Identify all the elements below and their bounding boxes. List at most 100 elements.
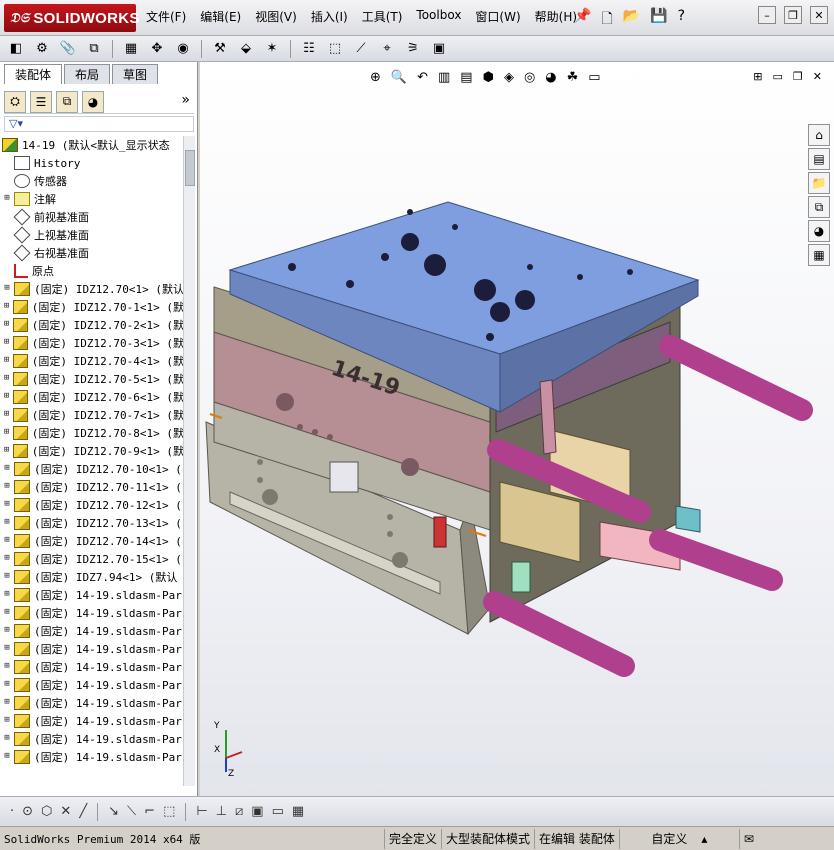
filter-icon[interactable]: ▽▾ bbox=[9, 117, 23, 130]
design-library-icon[interactable]: ▤ bbox=[808, 148, 830, 170]
appearances-icon[interactable]: ◕ bbox=[808, 220, 830, 242]
expand-toggle-icon[interactable]: ⊞ bbox=[2, 698, 12, 708]
tree-component-row[interactable]: ⊞ (固定) IDZ12.70-14<1> ( bbox=[2, 532, 184, 550]
menu-view[interactable]: 视图(V) bbox=[255, 8, 297, 25]
expand-toggle-icon[interactable]: ⊞ bbox=[2, 572, 12, 582]
new-motion-study-icon[interactable]: ✶ bbox=[262, 39, 282, 59]
tree-component-row[interactable]: ⊞ (固定) IDZ12.70-2<1> (默 bbox=[2, 316, 184, 334]
show-hidden-icon[interactable]: ◉ bbox=[173, 39, 193, 59]
expand-toggle-icon[interactable]: ⊞ bbox=[2, 356, 11, 366]
help-icon[interactable]: ? bbox=[678, 8, 685, 32]
tree-component-row[interactable]: ⊞ (固定) 14-19.sldasm-Par bbox=[2, 676, 184, 694]
menu-insert[interactable]: 插入(I) bbox=[311, 8, 348, 25]
tree-component-row[interactable]: ⊞ (固定) 14-19.sldasm-Par bbox=[2, 748, 184, 766]
tree-component-row[interactable]: ⊞ (固定) 14-19.sldasm-Par bbox=[2, 622, 184, 640]
point-icon[interactable]: · bbox=[10, 804, 14, 819]
feature-manager-icon[interactable]: ⛭ bbox=[4, 90, 26, 113]
expand-toggle-icon[interactable]: ⊞ bbox=[2, 644, 12, 654]
expand-toggle-icon[interactable]: ⊞ bbox=[2, 752, 12, 762]
tree-item-sensors[interactable]: 传感器 bbox=[2, 172, 184, 190]
tab-sketch[interactable]: 草图 bbox=[112, 64, 159, 84]
menu-help[interactable]: 帮助(H) bbox=[535, 8, 577, 25]
tree-component-row[interactable]: ⊞ (固定) 14-19.sldasm-Par bbox=[2, 604, 184, 622]
tree-component-row[interactable]: ⊞ (固定) IDZ12.70-3<1> (默 bbox=[2, 334, 184, 352]
dimension-icon[interactable]: ⊢ bbox=[196, 804, 207, 819]
expand-toggle-icon[interactable]: ⊞ bbox=[2, 554, 12, 564]
tree-component-row[interactable]: ⊞ (固定) IDZ12.70-11<1> ( bbox=[2, 478, 184, 496]
assembly-features-icon[interactable]: ⚒ bbox=[210, 39, 230, 59]
new-part-icon[interactable]: ◧ bbox=[6, 39, 26, 59]
file-explorer-icon[interactable]: 📁 bbox=[808, 172, 830, 194]
expand-toggle-icon[interactable]: ⊞ bbox=[2, 338, 11, 348]
expand-toggle-icon[interactable]: ⊞ bbox=[2, 518, 12, 528]
line-icon[interactable]: ╱ bbox=[79, 804, 87, 819]
expand-toggle-icon[interactable]: ⊞ bbox=[2, 626, 12, 636]
menu-toolbox[interactable]: Toolbox bbox=[416, 8, 461, 25]
minimize-icon[interactable]: – bbox=[758, 6, 776, 24]
expand-toggle-icon[interactable]: ⊞ bbox=[2, 284, 12, 294]
tree-component-row[interactable]: ⊞ (固定) 14-19.sldasm-Par bbox=[2, 586, 184, 604]
scrollbar-thumb[interactable] bbox=[185, 150, 195, 186]
move-component-icon[interactable]: ✥ bbox=[147, 39, 167, 59]
interference-icon[interactable]: ⌖ bbox=[377, 39, 397, 59]
explode-line-icon[interactable]: ⟋ bbox=[351, 39, 371, 59]
units-selector[interactable]: 自定义 ▴ bbox=[618, 828, 739, 849]
save-icon[interactable]: 💾 bbox=[650, 8, 667, 32]
tree-component-row[interactable]: ⊞ (固定) IDZ12.70-7<1> (默 bbox=[2, 406, 184, 424]
insert-component-icon[interactable]: ⚙ bbox=[32, 39, 52, 59]
reference-geometry-icon[interactable]: ⬙ bbox=[236, 39, 256, 59]
menu-window[interactable]: 窗口(W) bbox=[475, 8, 520, 25]
view-palette-icon[interactable]: ⧉ bbox=[808, 196, 830, 218]
expand-toggle-icon[interactable]: ⊞ bbox=[2, 320, 11, 330]
dashed-rectangle-icon[interactable]: ⬚ bbox=[163, 804, 175, 819]
configuration-manager-icon[interactable]: ⧉ bbox=[56, 90, 78, 113]
tree-component-row[interactable]: ⊞ (固定) 14-19.sldasm-Par bbox=[2, 640, 184, 658]
expand-toggle-icon[interactable]: ⊞ bbox=[2, 734, 12, 744]
tree-component-row[interactable]: ⊞ (固定) IDZ12.70-6<1> (默 bbox=[2, 388, 184, 406]
relations-icon[interactable]: ⊥ bbox=[216, 804, 227, 819]
property-manager-icon[interactable]: ☰ bbox=[30, 90, 52, 113]
tree-root-assembly[interactable]: 14-19 (默认<默认_显示状态 bbox=[2, 136, 184, 154]
menu-tools[interactable]: 工具(T) bbox=[362, 8, 403, 25]
construction-geometry-icon[interactable]: ⟍ bbox=[127, 804, 136, 819]
expand-toggle-icon[interactable]: ⊞ bbox=[2, 536, 12, 546]
polygon-icon[interactable]: ⬡ bbox=[41, 804, 52, 819]
clearance-icon[interactable]: ⚞ bbox=[403, 39, 423, 59]
close-icon[interactable]: ✕ bbox=[810, 6, 828, 24]
expand-toggle-icon[interactable]: ⊞ bbox=[2, 428, 11, 438]
notifications-icon[interactable]: ✉ bbox=[738, 828, 758, 849]
attach-icon[interactable]: 📎 bbox=[58, 39, 78, 59]
tab-assembly[interactable]: 装配体 bbox=[4, 64, 63, 84]
expand-toggle-icon[interactable]: ⊞ bbox=[2, 464, 12, 474]
tree-component-row[interactable]: ⊞ (固定) IDZ12.70-12<1> ( bbox=[2, 496, 184, 514]
exploded-view-icon[interactable]: ⬚ bbox=[325, 39, 345, 59]
expand-toggle-icon[interactable]: ⊞ bbox=[2, 680, 12, 690]
tree-component-row[interactable]: ⊞ (固定) 14-19.sldasm-Par bbox=[2, 730, 184, 748]
graphics-area[interactable]: ⊕ 🔍 ↶ ▥ ▤ ⬢ ◈ ◎ ◕ ☘ ▭ ⊞ ▭ ❐ ✕ 14-19 ⌂ ▤ … bbox=[200, 62, 834, 796]
tree-component-row[interactable]: ⊞ (固定) IDZ12.70-13<1> ( bbox=[2, 514, 184, 532]
component-pattern-icon[interactable]: ▦ bbox=[121, 39, 141, 59]
tree-item-front-plane[interactable]: 前视基准面 bbox=[2, 208, 184, 226]
expand-toggle-icon[interactable]: ⊞ bbox=[2, 500, 12, 510]
expand-toggle-icon[interactable]: ⊞ bbox=[2, 482, 12, 492]
filter-row[interactable]: ▽▾ bbox=[4, 116, 194, 132]
tree-component-row[interactable]: ⊞ (固定) IDZ12.70-1<1> (默 bbox=[2, 298, 184, 316]
open-folder-icon[interactable]: 📂 bbox=[623, 8, 640, 32]
instant3d-icon[interactable]: ▣ bbox=[429, 39, 449, 59]
tree-scrollbar[interactable] bbox=[183, 136, 195, 786]
tree-component-row[interactable]: ⊞ (固定) IDZ12.70-5<1> (默 bbox=[2, 370, 184, 388]
view-cube-icon[interactable]: ▣ bbox=[251, 804, 263, 819]
solidworks-resources-icon[interactable]: ⌂ bbox=[808, 124, 830, 146]
expand-toggle-icon[interactable]: ⊞ bbox=[2, 662, 12, 672]
trim-icon[interactable]: ✕ bbox=[60, 804, 71, 819]
expand-toggle-icon[interactable]: ⊞ bbox=[2, 410, 11, 420]
tree-item-history[interactable]: History bbox=[2, 154, 184, 172]
tree-item-origin[interactable]: 原点 bbox=[2, 262, 184, 280]
tree-component-row[interactable]: ⊞ (固定) 14-19.sldasm-Par bbox=[2, 712, 184, 730]
expand-toggle-icon[interactable]: ⊞ bbox=[2, 716, 12, 726]
tree-component-row[interactable]: ⊞ (固定) 14-19.sldasm-Par bbox=[2, 694, 184, 712]
circle-icon[interactable]: ⊙ bbox=[22, 804, 33, 819]
custom-properties-icon[interactable]: ▦ bbox=[808, 244, 830, 266]
tree-component-row[interactable]: ⊞ (固定) IDZ12.70-15<1> ( bbox=[2, 550, 184, 568]
expand-toggle-icon[interactable]: ⊞ bbox=[2, 446, 11, 456]
